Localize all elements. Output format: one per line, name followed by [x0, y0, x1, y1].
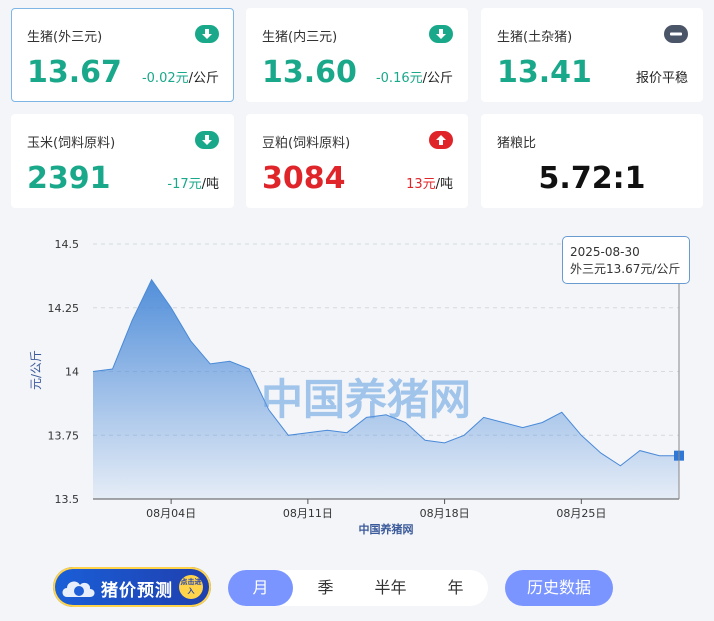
minus-icon [664, 25, 688, 43]
period-selector[interactable]: 月 季 半年 年 [228, 570, 488, 606]
arrow-down-icon [195, 25, 219, 43]
x-tick-label: 08月11日 [283, 507, 333, 520]
card-price: 3084 [262, 161, 346, 196]
ratio-value: 5.72:1 [538, 161, 646, 196]
tab-month[interactable]: 月 [228, 570, 293, 606]
card-price: 13.41 [497, 55, 592, 90]
history-data-button[interactable]: 历史数据 [505, 570, 613, 606]
card-name: 生猪(内三元) [262, 30, 338, 45]
x-tick-label: 08月25日 [556, 507, 606, 520]
x-tick-label: 08月04日 [146, 507, 196, 520]
arrow-up-icon [429, 131, 453, 149]
y-tick-label: 14.25 [48, 302, 80, 315]
y-tick-label: 14 [65, 366, 79, 379]
y-tick-label: 13.5 [55, 493, 80, 506]
card-change: -17元/吨 [167, 177, 219, 192]
price-card-soymeal[interactable]: 豆粕(饲料原料) 3084 13元/吨 [246, 114, 468, 208]
card-change: 13元/吨 [406, 177, 453, 192]
click-enter-badge[interactable]: 点击进入 [179, 575, 203, 599]
card-name: 豆粕(饲料原料) [262, 136, 351, 151]
card-price: 13.67 [27, 55, 122, 90]
tab-quarter[interactable]: 季 [293, 570, 358, 606]
tab-year[interactable]: 年 [423, 570, 488, 606]
y-axis-label: 元/公斤 [29, 350, 43, 390]
price-forecast-banner[interactable]: 猪价预测 点击进入 [53, 567, 211, 607]
card-name: 猪粮比 [497, 136, 537, 151]
price-card-corn[interactable]: 玉米(饲料原料) 2391 -17元/吨 [11, 114, 234, 208]
cloud-icon [62, 581, 95, 597]
y-tick-label: 13.75 [48, 429, 80, 442]
watermark-text: 中国养猪网 [261, 375, 471, 424]
chart-tooltip: 2025-08-30 外三元13.67元/公斤 [562, 236, 690, 284]
arrow-down-icon [195, 131, 219, 149]
arrow-down-icon [429, 25, 453, 43]
y-tick-label: 14.5 [55, 238, 80, 251]
tooltip-date: 2025-08-30 [570, 245, 640, 259]
price-card-tuzazhu[interactable]: 生猪(土杂猪) 13.41 报价平稳 [481, 8, 703, 102]
pig-grain-ratio-card[interactable]: 猪粮比 5.72:1 [481, 114, 703, 208]
card-price: 13.60 [262, 55, 357, 90]
card-price: 2391 [27, 161, 111, 196]
banner-text: 猪价预测 [101, 581, 173, 601]
card-name: 生猪(外三元) [27, 30, 103, 45]
x-tick-label: 08月18日 [420, 507, 470, 520]
tooltip-value: 外三元13.67元/公斤 [570, 262, 681, 276]
card-name: 玉米(饲料原料) [27, 136, 116, 151]
card-change: -0.02元/公斤 [141, 71, 219, 86]
card-change: 报价平稳 [635, 71, 688, 86]
card-name: 生猪(土杂猪) [497, 30, 573, 45]
card-change: -0.16元/公斤 [375, 71, 453, 86]
tab-half-year[interactable]: 半年 [358, 570, 423, 606]
x-axis-label: 中国养猪网 [359, 522, 414, 536]
price-card-waisanyuan[interactable]: 生猪(外三元) 13.67 -0.02元/公斤 [11, 8, 234, 102]
price-card-neisanyuan[interactable]: 生猪(内三元) 13.60 -0.16元/公斤 [246, 8, 468, 102]
